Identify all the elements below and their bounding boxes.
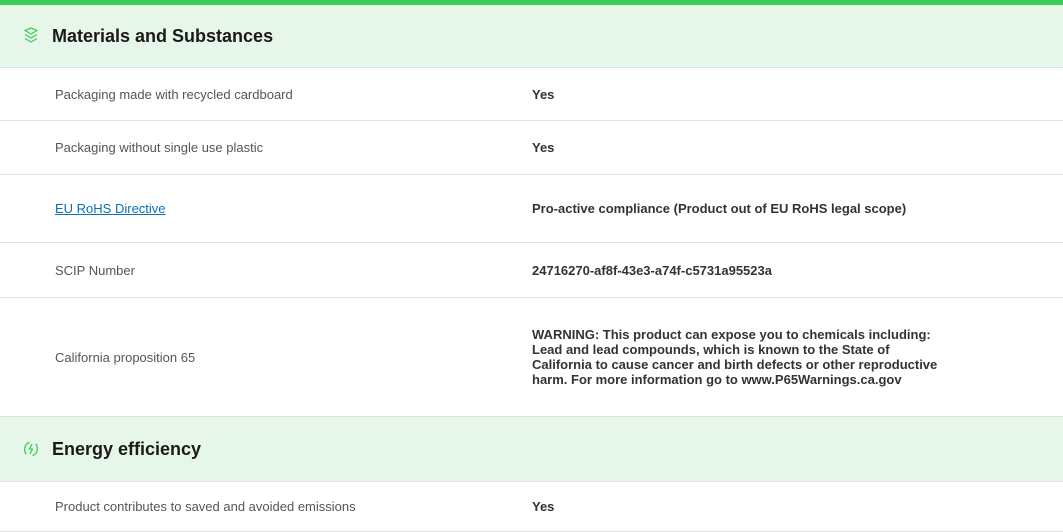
leaf-lightning-icon xyxy=(22,440,40,458)
row-value: Yes xyxy=(532,499,555,514)
table-row: Packaging made with recycled cardboard Y… xyxy=(0,68,1063,121)
row-label-cell: EU RoHS Directive xyxy=(0,201,480,216)
table-row: Product contributes to saved and avoided… xyxy=(0,482,1063,532)
section-title: Materials and Substances xyxy=(52,25,274,46)
layers-icon xyxy=(22,27,40,45)
row-value: WARNING: This product can expose you to … xyxy=(532,327,938,387)
row-label: Product contributes to saved and avoided… xyxy=(55,499,356,514)
table-row: EU RoHS Directive Pro-active compliance … xyxy=(0,175,1063,243)
section-title: Energy efficiency xyxy=(52,438,202,459)
row-label: Packaging made with recycled cardboard xyxy=(55,86,293,102)
row-value: Yes xyxy=(532,140,555,155)
section-header-energy: Energy efficiency xyxy=(0,417,1063,482)
table-row: California proposition 65 WARNING: This … xyxy=(0,298,1063,417)
eu-rohs-directive-link[interactable]: EU RoHS Directive xyxy=(55,201,166,216)
row-value: Pro-active compliance (Product out of EU… xyxy=(532,201,907,216)
table-row: SCIP Number 24716270-af8f-43e3-a74f-c573… xyxy=(0,243,1063,298)
row-label: California proposition 65 xyxy=(55,349,196,365)
section-header-materials: Materials and Substances xyxy=(0,5,1063,68)
row-value: 24716270-af8f-43e3-a74f-c5731a95523a xyxy=(532,262,772,278)
table-row: Packaging without single use plastic Yes xyxy=(0,121,1063,175)
row-value: Yes xyxy=(532,86,555,102)
row-label: Packaging without single use plastic xyxy=(55,140,264,155)
row-label: SCIP Number xyxy=(55,262,135,278)
environmental-disclosure-panel: Materials and Substances Packaging made … xyxy=(0,0,1063,532)
